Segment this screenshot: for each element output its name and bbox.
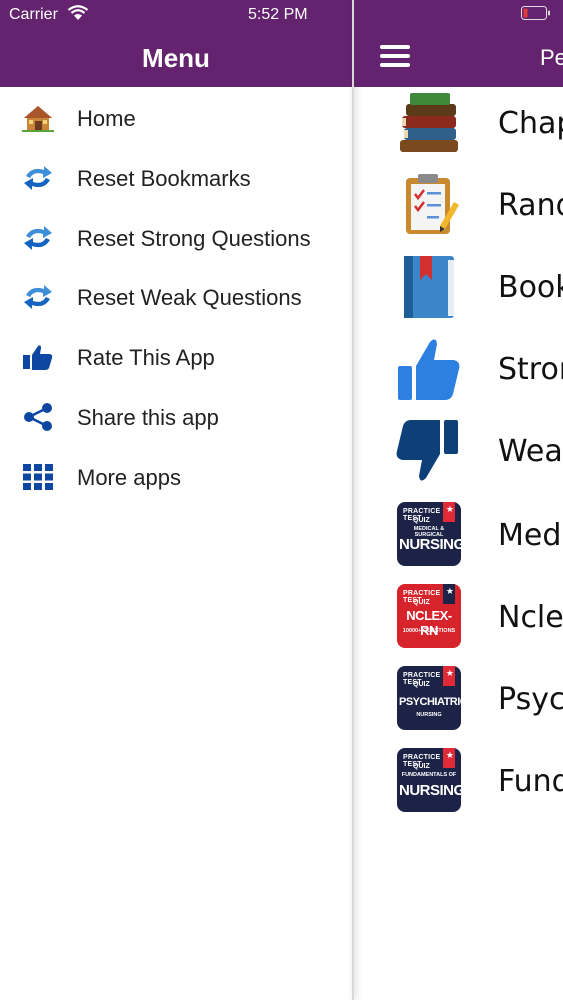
status-time: 5:52 PM: [248, 6, 308, 23]
list-item-label: Psych: [498, 682, 563, 717]
menu-item-label: Reset Bookmarks: [77, 165, 251, 191]
menu-item-rate-app[interactable]: Rate This App: [0, 327, 352, 387]
list-item-medical-surgical-app[interactable]: ★ PRACTICE TEST QUIZ MEDICAL & SURGICAL …: [354, 502, 563, 574]
main-title: Pe: [540, 45, 563, 70]
reset-arrows-icon: [24, 285, 52, 310]
menu-item-label: Home: [77, 106, 136, 131]
list-item-label: Rand: [498, 188, 563, 223]
wifi-icon: [67, 5, 89, 20]
home-icon: [22, 106, 54, 132]
battery-icon: [521, 6, 550, 20]
menu-item-label: Share this app: [77, 404, 219, 430]
menu-item-label: Reset Weak Questions: [77, 285, 302, 311]
list-item-strong[interactable]: Stron: [354, 336, 563, 408]
thumbs-up-icon: [398, 339, 460, 400]
app-badge-icon: ★ PRACTICE TEST QUIZ MEDICAL & SURGICAL …: [397, 502, 461, 566]
grid-icon: [23, 463, 53, 490]
side-drawer: Menu Home Reset Bookmarks Reset Strong Q…: [0, 0, 352, 1000]
list-item-label: Chap: [498, 106, 563, 141]
bookmark-book-icon: [404, 256, 454, 318]
menu-item-reset-strong-questions[interactable]: Reset Strong Questions: [0, 208, 352, 268]
reset-arrows-icon: [24, 165, 52, 190]
menu-item-label: Reset Strong Questions: [77, 225, 311, 251]
app-badge-icon: ★ PRACTICE TEST QUIZ NCLEX-RN 10000+ QUE…: [397, 584, 461, 648]
reset-arrows-icon: [24, 225, 52, 250]
share-icon: [24, 402, 52, 431]
drawer-menu-list: Home Reset Bookmarks Reset Strong Questi…: [0, 88, 352, 507]
list-item-bookmarks[interactable]: Bookr: [354, 254, 563, 326]
menu-item-label: Rate This App: [77, 345, 215, 371]
thumbs-down-icon: [396, 420, 458, 481]
menu-item-home[interactable]: Home: [0, 88, 352, 148]
clipboard-icon: [406, 174, 459, 234]
menu-item-reset-weak-questions[interactable]: Reset Weak Questions: [0, 267, 352, 327]
list-item-label: Funda: [498, 764, 563, 799]
list-item-label: Nclex: [498, 600, 563, 635]
list-item-label: Bookr: [498, 270, 563, 305]
thumbs-up-icon: [23, 345, 53, 371]
drawer-title: Menu: [142, 43, 210, 73]
hamburger-menu-icon[interactable]: [380, 45, 410, 67]
list-item-nclex-app[interactable]: ★ PRACTICE TEST QUIZ NCLEX-RN 10000+ QUE…: [354, 584, 563, 656]
menu-item-reset-bookmarks[interactable]: Reset Bookmarks: [0, 148, 352, 208]
list-item-fundamentals-app[interactable]: ★ PRACTICE TEST QUIZ FUNDAMENTALS OF NUR…: [354, 748, 563, 820]
app-badge-icon: ★ PRACTICE TEST QUIZ FUNDAMENTALS OF NUR…: [397, 748, 461, 812]
menu-item-share-app[interactable]: Share this app: [0, 387, 352, 447]
main-panel: Pe Chap: [354, 0, 563, 1000]
list-item-weak[interactable]: Weak: [354, 418, 563, 490]
list-item-psychiatric-app[interactable]: ★ PRACTICE TEST QUIZ PSYCHIATRIC NURSING…: [354, 666, 563, 738]
list-item-random[interactable]: Rand: [354, 172, 563, 244]
list-item-label: Stron: [498, 352, 563, 387]
list-item-label: Weak: [498, 434, 563, 469]
app-badge-icon: ★ PRACTICE TEST QUIZ PSYCHIATRIC NURSING: [397, 666, 461, 730]
menu-item-label: More apps: [77, 464, 181, 490]
menu-item-more-apps[interactable]: More apps: [0, 447, 352, 507]
list-item-label: Medi: [498, 518, 563, 553]
books-icon: [400, 93, 458, 152]
list-item-chapters[interactable]: Chap: [354, 90, 563, 162]
carrier-label: Carrier: [9, 6, 58, 23]
